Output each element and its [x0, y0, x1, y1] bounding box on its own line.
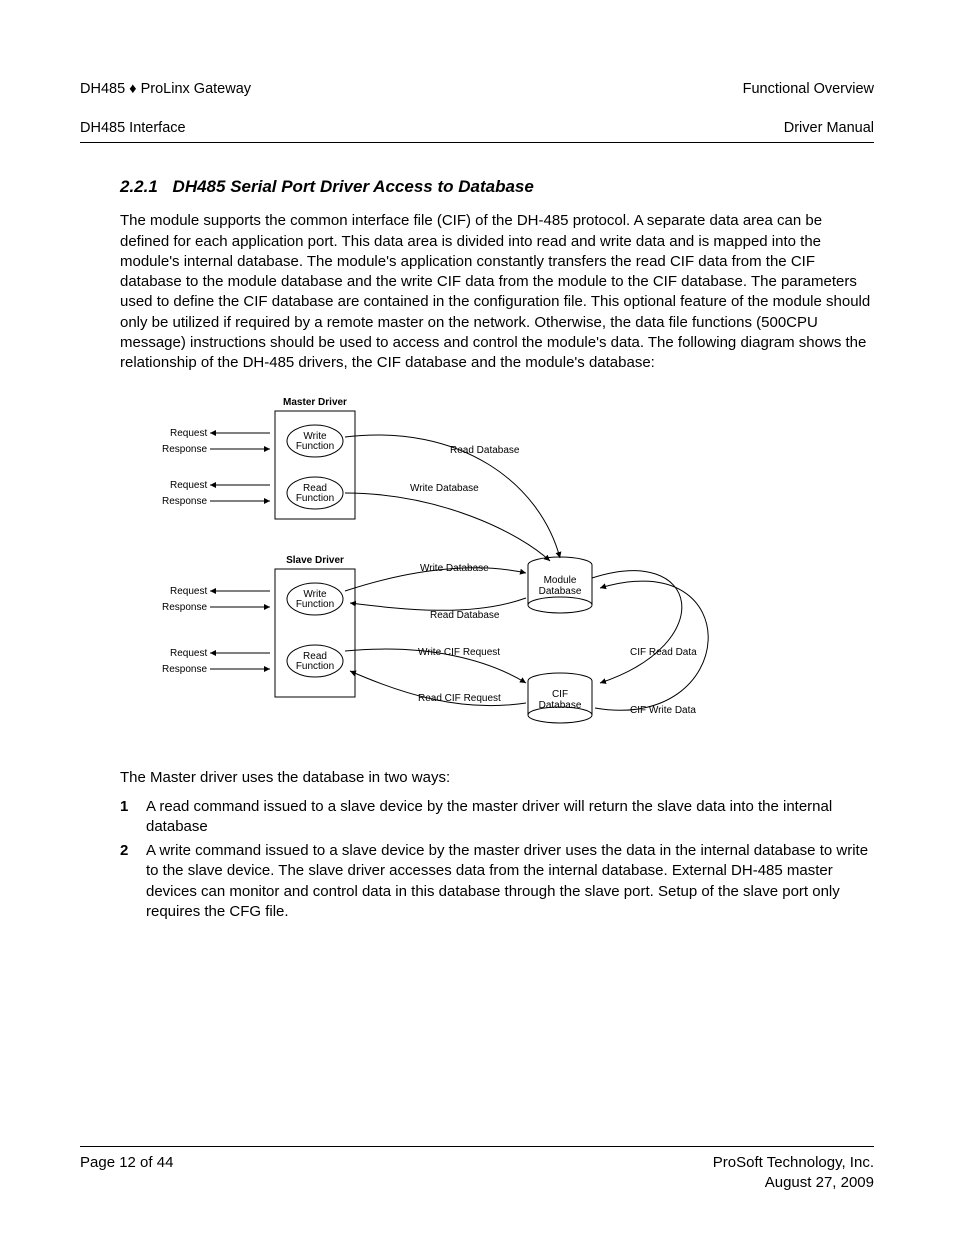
svg-text:Function: Function: [296, 661, 334, 672]
master-write-label2: Function: [296, 441, 334, 452]
curve-cif-read-data: [592, 571, 682, 683]
master-read-label2: Function: [296, 493, 334, 504]
header-left-line1: DH485 ♦ ProLinx Gateway: [80, 81, 251, 97]
page-header: DH485 ♦ ProLinx Gateway DH485 Interface …: [80, 60, 874, 143]
svg-text:Database: Database: [539, 586, 582, 597]
label-response-3: Response: [162, 602, 207, 613]
label-request-3: Request: [170, 586, 207, 597]
list-num-1: 1: [120, 797, 146, 838]
label-read-database-2: Read Database: [430, 610, 500, 621]
list-item: 1 A read command issued to a slave devic…: [120, 797, 874, 838]
svg-text:Module: Module: [544, 575, 577, 586]
section-heading: DH485 Serial Port Driver Access to Datab…: [173, 177, 534, 196]
section-number: 2.2.1: [120, 177, 158, 196]
label-cif-write-data: CIF Write Data: [630, 705, 696, 716]
curve-master-read-write-db: [345, 493, 550, 561]
numbered-list: 1 A read command issued to a slave devic…: [120, 797, 874, 923]
header-left-line2: DH485 Interface: [80, 120, 186, 136]
curve-cif-write-data: [595, 581, 708, 710]
label-response-1: Response: [162, 444, 207, 455]
footer-right: ProSoft Technology, Inc. August 27, 2009: [713, 1153, 874, 1194]
header-right-line2: Driver Manual: [784, 120, 874, 136]
label-response-2: Response: [162, 496, 207, 507]
header-left: DH485 ♦ ProLinx Gateway DH485 Interface: [80, 60, 251, 138]
label-write-database-1: Write Database: [410, 483, 479, 494]
cif-database: CIF Database: [528, 673, 592, 723]
label-request-4: Request: [170, 648, 207, 659]
label-request-2: Request: [170, 480, 207, 491]
list-num-2: 2: [120, 841, 146, 922]
list-item: 2 A write command issued to a slave devi…: [120, 841, 874, 922]
svg-text:CIF: CIF: [552, 689, 568, 700]
label-cif-read-data: CIF Read Data: [630, 647, 697, 658]
label-write-database-2: Write Database: [420, 563, 489, 574]
label-read-cif-request: Read CIF Request: [418, 693, 501, 704]
section-title: 2.2.1 DH485 Serial Port Driver Access to…: [120, 177, 874, 197]
header-right-line1: Functional Overview: [743, 81, 874, 97]
footer-right-line1: ProSoft Technology, Inc.: [713, 1154, 874, 1171]
label-write-cif-request: Write CIF Request: [418, 647, 500, 658]
svg-text:Function: Function: [296, 599, 334, 610]
curve-read-db-back: [350, 598, 526, 610]
label-master-driver: Master Driver: [283, 397, 347, 408]
label-request-1: Request: [170, 428, 207, 439]
label-read-database-1: Read Database: [450, 445, 520, 456]
diagram: Master Driver Write Function Read Functi…: [140, 393, 874, 748]
label-response-4: Response: [162, 664, 207, 675]
footer-left: Page 12 of 44: [80, 1153, 173, 1194]
module-database: Module Database: [528, 557, 592, 613]
page-footer: Page 12 of 44 ProSoft Technology, Inc. A…: [80, 1146, 874, 1194]
svg-text:Database: Database: [539, 700, 582, 711]
page: DH485 ♦ ProLinx Gateway DH485 Interface …: [0, 0, 954, 1235]
footer-right-line2: August 27, 2009: [765, 1174, 874, 1191]
intro-line: The Master driver uses the database in t…: [120, 768, 874, 788]
label-slave-driver: Slave Driver: [286, 555, 344, 566]
list-text-1: A read command issued to a slave device …: [146, 797, 874, 838]
list-text-2: A write command issued to a slave device…: [146, 841, 874, 922]
header-right: Functional Overview Driver Manual: [743, 60, 874, 138]
paragraph-1: The module supports the common interface…: [120, 211, 874, 373]
diagram-svg: Master Driver Write Function Read Functi…: [140, 393, 780, 743]
